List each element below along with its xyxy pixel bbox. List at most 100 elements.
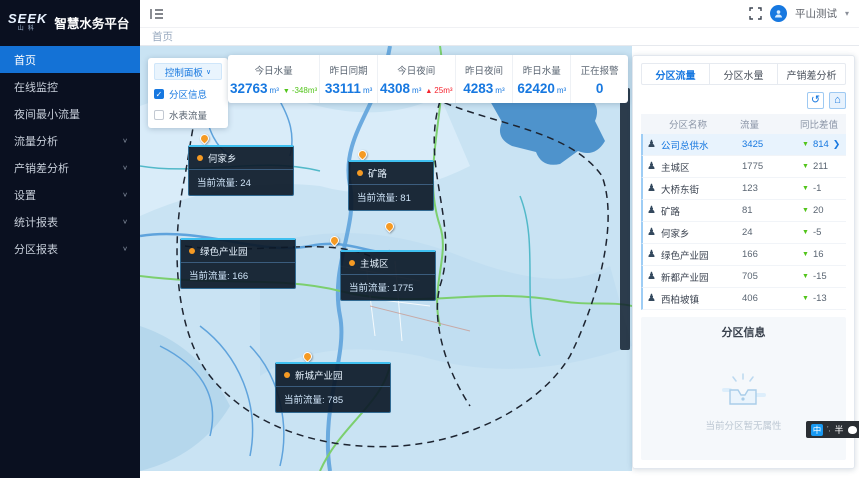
collapse-sidebar-icon[interactable] bbox=[150, 8, 164, 20]
stat-active-alarms: 正在报警 0 bbox=[571, 55, 628, 103]
row-delta: -1 bbox=[813, 183, 821, 194]
marker-dot-icon bbox=[349, 260, 355, 266]
stat-yesterday-same-period: 昨日同期 33111 m³ bbox=[320, 55, 378, 103]
chevron-right-icon[interactable]: ❯ bbox=[833, 139, 841, 150]
username: 平山测试 bbox=[795, 6, 837, 21]
marker-dot-icon bbox=[284, 372, 290, 378]
table-row[interactable]: ♟公司总供水 3425 ▼814❯ bbox=[641, 134, 846, 156]
trend-down-icon: ▼ bbox=[802, 163, 809, 170]
stat-delta: -348m³ bbox=[292, 86, 317, 95]
tooltip-value: 24 bbox=[240, 178, 251, 189]
row-name: 大桥东街 bbox=[661, 182, 699, 196]
sidebar-item-nrw-analysis[interactable]: 产销差分析∨ bbox=[0, 154, 140, 181]
partition-icon: ♟ bbox=[647, 205, 656, 216]
table-row[interactable]: ♟主城区 1775 ▼211 bbox=[641, 156, 846, 178]
stat-label: 昨日夜间 bbox=[465, 63, 503, 77]
stat-label: 正在报警 bbox=[581, 63, 619, 77]
app-window: SEEK 山科 智慧水务平台 首页 在线监控 夜间最小流量 流量分析∨ 产销差分… bbox=[0, 0, 859, 478]
topbar-right: 平山测试 ▾ bbox=[749, 5, 849, 22]
tooltip-title: 新城产业园 bbox=[295, 368, 343, 382]
user-menu-caret-icon[interactable]: ▾ bbox=[845, 9, 849, 18]
table-row[interactable]: ♟西柏坡镇 406 ▼-13 bbox=[641, 288, 846, 310]
logo-subtext: 山科 bbox=[18, 26, 38, 32]
table-row[interactable]: ♟大桥东街 123 ▼-1 bbox=[641, 178, 846, 200]
row-flow: 123 bbox=[738, 183, 798, 194]
tab-partition-flow[interactable]: 分区流量 bbox=[642, 64, 710, 84]
row-flow: 24 bbox=[738, 227, 798, 238]
sidebar: SEEK 山科 智慧水务平台 首页 在线监控 夜间最小流量 流量分析∨ 产销差分… bbox=[0, 0, 140, 478]
breadcrumb[interactable]: 首页 bbox=[152, 29, 173, 44]
fullscreen-icon[interactable] bbox=[749, 7, 762, 20]
chevron-down-icon: ∨ bbox=[122, 137, 128, 144]
layer-toggle-meter-flow[interactable]: 水表流量 bbox=[154, 108, 222, 122]
column-header: 分区名称 bbox=[641, 117, 736, 131]
tab-partition-volume[interactable]: 分区水量 bbox=[710, 64, 778, 84]
stat-value: 32763 bbox=[230, 81, 268, 96]
row-flow: 406 bbox=[738, 293, 798, 304]
avatar[interactable] bbox=[770, 5, 787, 22]
table-header: 分区名称 流量 同比差值 bbox=[641, 114, 846, 134]
sidebar-item-night-min-flow[interactable]: 夜间最小流量 bbox=[0, 100, 140, 127]
sidebar-item-partition-reports[interactable]: 分区报表 ∨ bbox=[0, 235, 140, 262]
stat-unit: m³ bbox=[557, 86, 566, 95]
table-row[interactable]: ♟何家乡 24 ▼-5 bbox=[641, 222, 846, 244]
ime-language-icon[interactable]: 中 bbox=[811, 424, 823, 436]
layer-toggle-partition-info[interactable]: ✓ 分区信息 bbox=[154, 87, 222, 101]
home-button[interactable]: ⌂ bbox=[829, 92, 846, 109]
ime-toolbar[interactable]: 中 ’, 半 bbox=[806, 421, 859, 438]
row-delta: 16 bbox=[813, 249, 824, 260]
layer-dropdown[interactable]: 控制面板 ∨ bbox=[154, 63, 222, 80]
sidebar-item-label: 流量分析 bbox=[14, 133, 58, 149]
marker-dot-icon bbox=[189, 248, 195, 254]
sidebar-item-settings[interactable]: 设置∨ bbox=[0, 181, 140, 208]
checkbox-unchecked-icon bbox=[154, 110, 164, 120]
chevron-down-icon: ∨ bbox=[122, 245, 128, 252]
layer-dropdown-label: 控制面板 bbox=[165, 65, 203, 79]
trend-down-icon: ▼ bbox=[802, 295, 809, 302]
map-canvas[interactable]: 控制面板 ∨ ✓ 分区信息 水表流量 何家乡 当前流量: 24 矿路 当 bbox=[140, 46, 632, 471]
map-tooltip: 绿色产业园 当前流量: 166 bbox=[180, 238, 296, 289]
ime-brand-icon[interactable] bbox=[848, 426, 857, 434]
sidebar-item-label: 分区报表 bbox=[14, 241, 58, 257]
table-row[interactable]: ♟新都产业园 705 ▼-15 bbox=[641, 266, 846, 288]
row-name: 公司总供水 bbox=[661, 138, 709, 152]
stat-value: 62420 bbox=[517, 81, 555, 96]
stat-label: 今日水量 bbox=[255, 63, 293, 77]
table-row[interactable]: ♟矿路 81 ▼20 bbox=[641, 200, 846, 222]
trend-down-icon: ▼ bbox=[283, 88, 290, 95]
layer-label: 分区信息 bbox=[169, 87, 207, 101]
sidebar-item-flow-analysis[interactable]: 流量分析 ∨ bbox=[0, 127, 140, 154]
stat-label: 昨日同期 bbox=[330, 63, 368, 77]
map-tooltip: 新城产业园 当前流量: 785 bbox=[275, 362, 391, 413]
partition-info-title: 分区信息 bbox=[722, 324, 766, 340]
row-name: 新都产业园 bbox=[661, 270, 709, 284]
tooltip-title: 绿色产业园 bbox=[200, 244, 248, 258]
row-name: 西柏坡镇 bbox=[661, 292, 699, 306]
partition-icon: ♟ bbox=[647, 249, 656, 260]
sidebar-item-statistics-reports[interactable]: 统计报表∨ bbox=[0, 208, 140, 235]
trend-down-icon: ▼ bbox=[802, 251, 809, 258]
sidebar-item-home[interactable]: 首页 bbox=[0, 46, 140, 73]
row-delta: 20 bbox=[813, 205, 824, 216]
ime-punctuation-icon[interactable]: ’, bbox=[827, 426, 831, 433]
row-delta: 211 bbox=[813, 161, 828, 172]
back-button[interactable]: ↺ bbox=[807, 92, 824, 109]
tooltip-value: 785 bbox=[327, 395, 343, 406]
app-title: 智慧水务平台 bbox=[54, 13, 129, 32]
chevron-down-icon: ∨ bbox=[122, 218, 128, 225]
sidebar-item-online-monitor[interactable]: 在线监控 bbox=[0, 73, 140, 100]
tab-nrw-analysis[interactable]: 产销差分析 bbox=[778, 64, 845, 84]
stat-today-night: 今日夜间 4308 m³ ▲ 25m³ bbox=[378, 55, 456, 103]
map-tooltip: 矿路 当前流量: 81 bbox=[348, 160, 434, 211]
trend-down-icon: ▼ bbox=[802, 185, 809, 192]
trend-down-icon: ▼ bbox=[802, 229, 809, 236]
tooltip-value: 81 bbox=[400, 193, 411, 204]
table-row[interactable]: ♟绿色产业园 166 ▼16 bbox=[641, 244, 846, 266]
chevron-down-icon: ∨ bbox=[122, 191, 128, 198]
ime-halfwidth-icon[interactable]: 半 bbox=[835, 423, 844, 436]
breadcrumb-bar: 首页 bbox=[140, 27, 859, 46]
row-delta: -13 bbox=[813, 293, 827, 304]
stat-value: 0 bbox=[596, 81, 604, 96]
sidebar-menu: 首页 在线监控 夜间最小流量 流量分析 ∨ 产销差分析∨ 设置∨ 统计报表∨ 分区… bbox=[0, 46, 140, 262]
stat-label: 昨日水量 bbox=[523, 63, 561, 77]
